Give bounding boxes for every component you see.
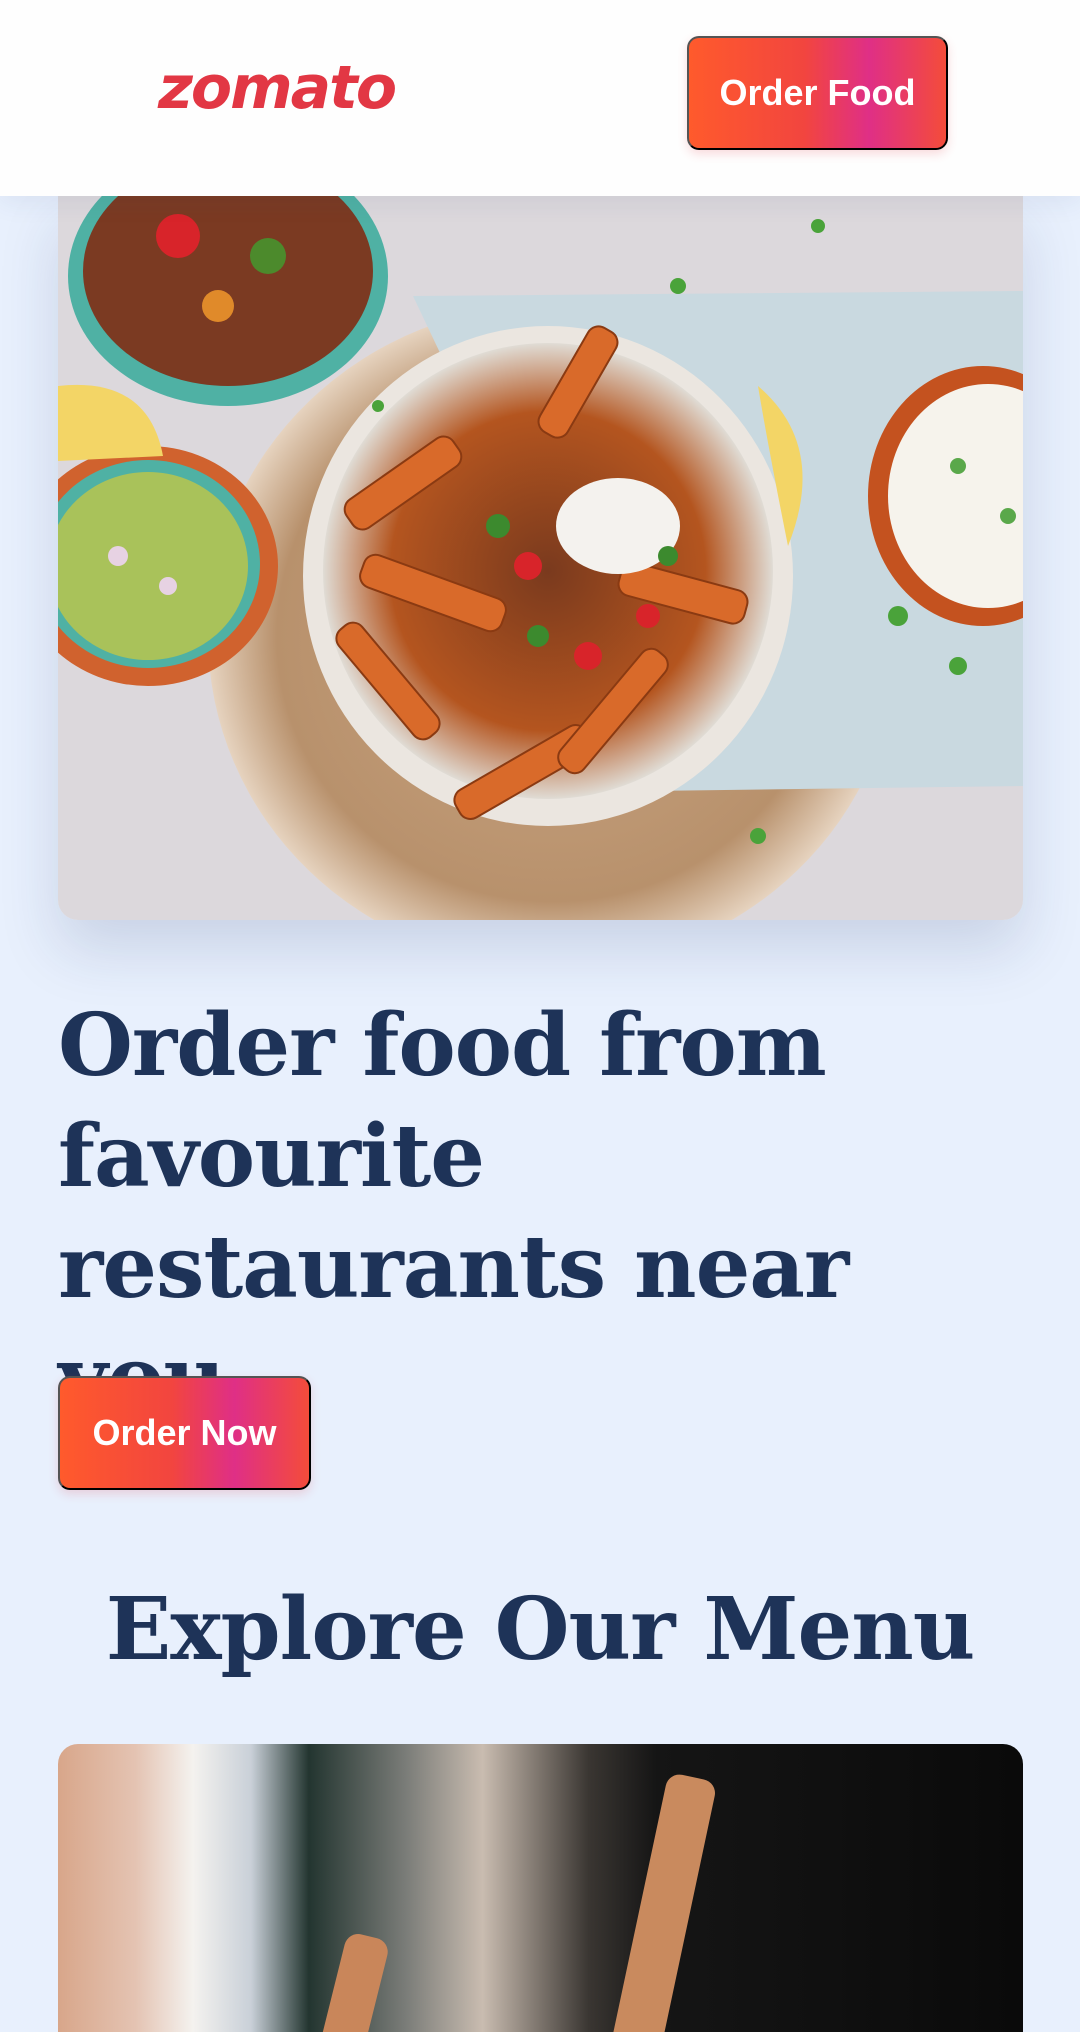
hero-food-image [58,196,1023,920]
zomato-logo[interactable]: zomato [158,48,397,128]
menu-preview-image [58,1744,1023,2032]
hero-headline: Order food from favourite restaurants ne… [58,995,849,1429]
order-now-button[interactable]: Order Now [58,1376,311,1490]
order-food-button[interactable]: Order Food [687,36,948,150]
top-header: zomato Order Food [0,0,1080,196]
explore-menu-heading: Explore Our Menu [105,1579,976,1680]
